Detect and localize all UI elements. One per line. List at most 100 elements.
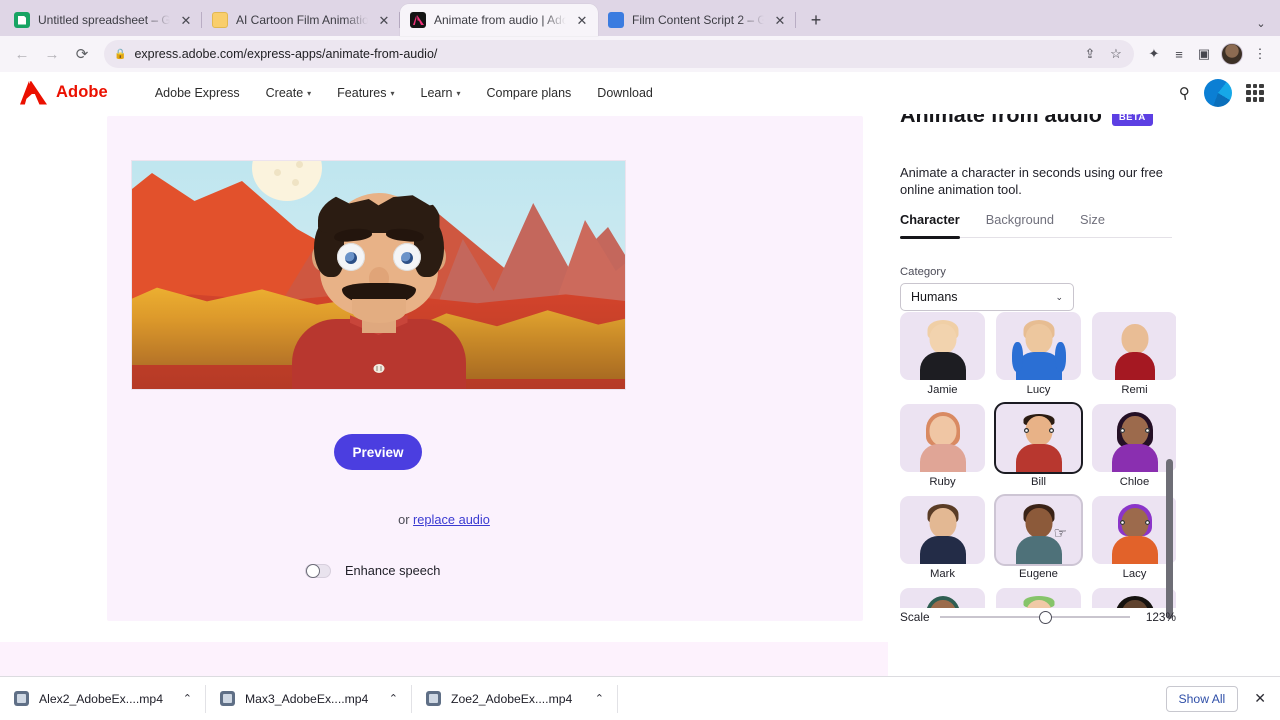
nav-label: Download [597,85,653,100]
omnibox-actions: ⇪ ☆ [1078,42,1128,66]
tab-character[interactable]: Character [900,212,960,239]
forward-button[interactable]: → [38,40,66,68]
scrollbar-thumb[interactable] [1166,459,1173,619]
character-thumbnail [900,312,985,380]
download-file-name: Alex2_AdobeEx....mp4 [39,691,163,706]
character-card-bill[interactable]: Bill [996,404,1081,492]
character-card-lacy[interactable]: Lacy [1092,496,1176,584]
search-icon[interactable]: ⚲ [1178,83,1191,102]
close-icon[interactable]: ✕ [1250,690,1270,707]
chevron-down-icon[interactable]: ⌄ [1250,17,1272,30]
nav-item-download[interactable]: Download [584,80,666,106]
character-name: Mark [929,568,956,580]
character-card-row4-3[interactable] [1092,588,1176,608]
chevron-up-icon[interactable]: ⌃ [595,692,604,705]
preview-button[interactable]: Preview [334,434,422,470]
slider-track [939,616,1130,618]
character-thumbnail [996,404,1081,472]
character-thumbnail [1092,588,1176,608]
tab-close-icon[interactable]: ✕ [772,12,788,28]
category-select[interactable]: Humans ⌄ [900,283,1074,311]
nav-item-create[interactable]: Create ▾ [253,80,325,106]
extensions-icon[interactable]: ✦ [1142,42,1166,66]
character-card-jamie[interactable]: Jamie [900,312,985,400]
character-grid-scrollbar[interactable] [1166,312,1173,619]
share-icon[interactable]: ⇪ [1078,42,1102,66]
star-icon[interactable]: ☆ [1104,42,1128,66]
reload-button[interactable]: ⟳ [68,40,96,68]
chevron-up-icon[interactable]: ⌃ [389,692,398,705]
nav-label: Compare plans [486,85,572,100]
browser-tab-3-active[interactable]: Animate from audio | Adobe Ex ✕ [400,4,598,36]
character-card-lucy[interactable]: Lucy [996,312,1081,400]
new-tab-button[interactable]: + [802,6,830,34]
adobe-wordmark: Adobe [56,83,108,101]
character-card-remi[interactable]: Remi [1092,312,1176,400]
character-thumbnail: ☞ [996,496,1081,564]
character-card-eugene[interactable]: ☞ Eugene [996,496,1081,584]
nav-item-learn[interactable]: Learn ▾ [408,80,474,106]
tab-close-icon[interactable]: ✕ [376,12,392,28]
panel-tabs: Character Background Size [900,212,1172,239]
tab-close-icon[interactable]: ✕ [574,12,590,28]
address-bar-url: express.adobe.com/express-apps/animate-f… [134,47,438,61]
character-card-row4-1[interactable] [900,588,985,608]
browser-tab-1[interactable]: Untitled spreadsheet – Google ✕ [4,4,202,36]
tab-title: Untitled spreadsheet – Google [38,13,170,27]
character-grid: Jamie Lucy Remi Ruby Bill Chloe Mark ☞ E… [900,312,1176,608]
slider-knob[interactable] [1038,610,1052,624]
google-docs-icon [608,12,624,28]
nav-item-adobe-express[interactable]: Adobe Express [142,80,253,106]
character-grid-scroll[interactable]: Jamie Lucy Remi Ruby Bill Chloe Mark ☞ E… [900,312,1176,608]
folder-icon [212,12,228,28]
character-name: Bill [1030,476,1047,488]
replace-audio-row: or replace audio [0,512,888,527]
tab-size[interactable]: Size [1080,212,1105,227]
nav-item-features[interactable]: Features ▾ [324,80,407,106]
tab-background[interactable]: Background [986,212,1054,227]
animation-preview-video[interactable] [132,161,625,389]
character-card-ruby[interactable]: Ruby [900,404,985,492]
chrome-menu-icon[interactable]: ⋮ [1248,42,1272,66]
reading-list-icon[interactable]: ≡ [1167,42,1191,66]
adobe-logo[interactable]: Adobe [20,80,108,105]
character-thumbnail [996,312,1081,380]
tab-close-icon[interactable]: ✕ [178,12,194,28]
scale-slider[interactable] [939,610,1130,624]
address-bar[interactable]: 🔒 express.adobe.com/express-apps/animate… [104,40,1134,68]
character-card-mark[interactable]: Mark [900,496,985,584]
nav-item-compare-plans[interactable]: Compare plans [474,80,585,106]
enhance-speech-row[interactable]: Enhance speech [305,563,440,578]
side-panel-icon[interactable]: ▣ [1192,42,1216,66]
character-name: Lucy [1026,384,1051,396]
nav-label: Features [337,85,387,100]
site-nav: Adobe Express Create ▾ Features ▾ Learn … [142,80,666,106]
category-label: Category [900,266,946,278]
profile-avatar[interactable] [1221,43,1243,65]
account-avatar[interactable] [1204,78,1232,107]
chevron-down-icon: ▾ [456,89,461,98]
download-shelf: Alex2_AdobeEx....mp4 ⌃ Max3_AdobeEx....m… [0,676,1280,720]
enhance-speech-toggle[interactable] [305,563,331,578]
settings-panel: Animate from audio BETA Animate a charac… [888,110,1280,720]
character-card-chloe[interactable]: Chloe [1092,404,1176,492]
chevron-down-icon: ▾ [390,89,395,98]
chevron-up-icon[interactable]: ⌃ [183,692,192,705]
character-thumbnail [1092,312,1176,380]
chevron-down-icon: ▾ [307,89,312,98]
browser-tab-2[interactable]: AI Cartoon Film Animation – Go ✕ [202,4,400,36]
download-item-1[interactable]: Alex2_AdobeEx....mp4 ⌃ [0,677,206,720]
download-item-2[interactable]: Max3_AdobeEx....mp4 ⌃ [206,677,412,720]
character-card-row4-2[interactable] [996,588,1081,608]
scale-label: Scale [900,610,930,624]
character-thumbnail [900,496,985,564]
app-grid-icon[interactable] [1246,83,1264,102]
replace-prefix: or [398,512,414,527]
show-all-button[interactable]: Show All [1165,685,1239,712]
download-item-3[interactable]: Zoe2_AdobeEx....mp4 ⌃ [412,677,618,720]
back-button[interactable]: ← [8,40,36,68]
replace-audio-link[interactable]: replace audio [413,512,490,527]
adobe-site-header: Adobe Adobe Express Create ▾ Features ▾ … [0,72,1280,114]
browser-tab-4[interactable]: Film Content Script 2 – Google ✕ [598,4,796,36]
scale-value: 123% [1145,610,1176,624]
